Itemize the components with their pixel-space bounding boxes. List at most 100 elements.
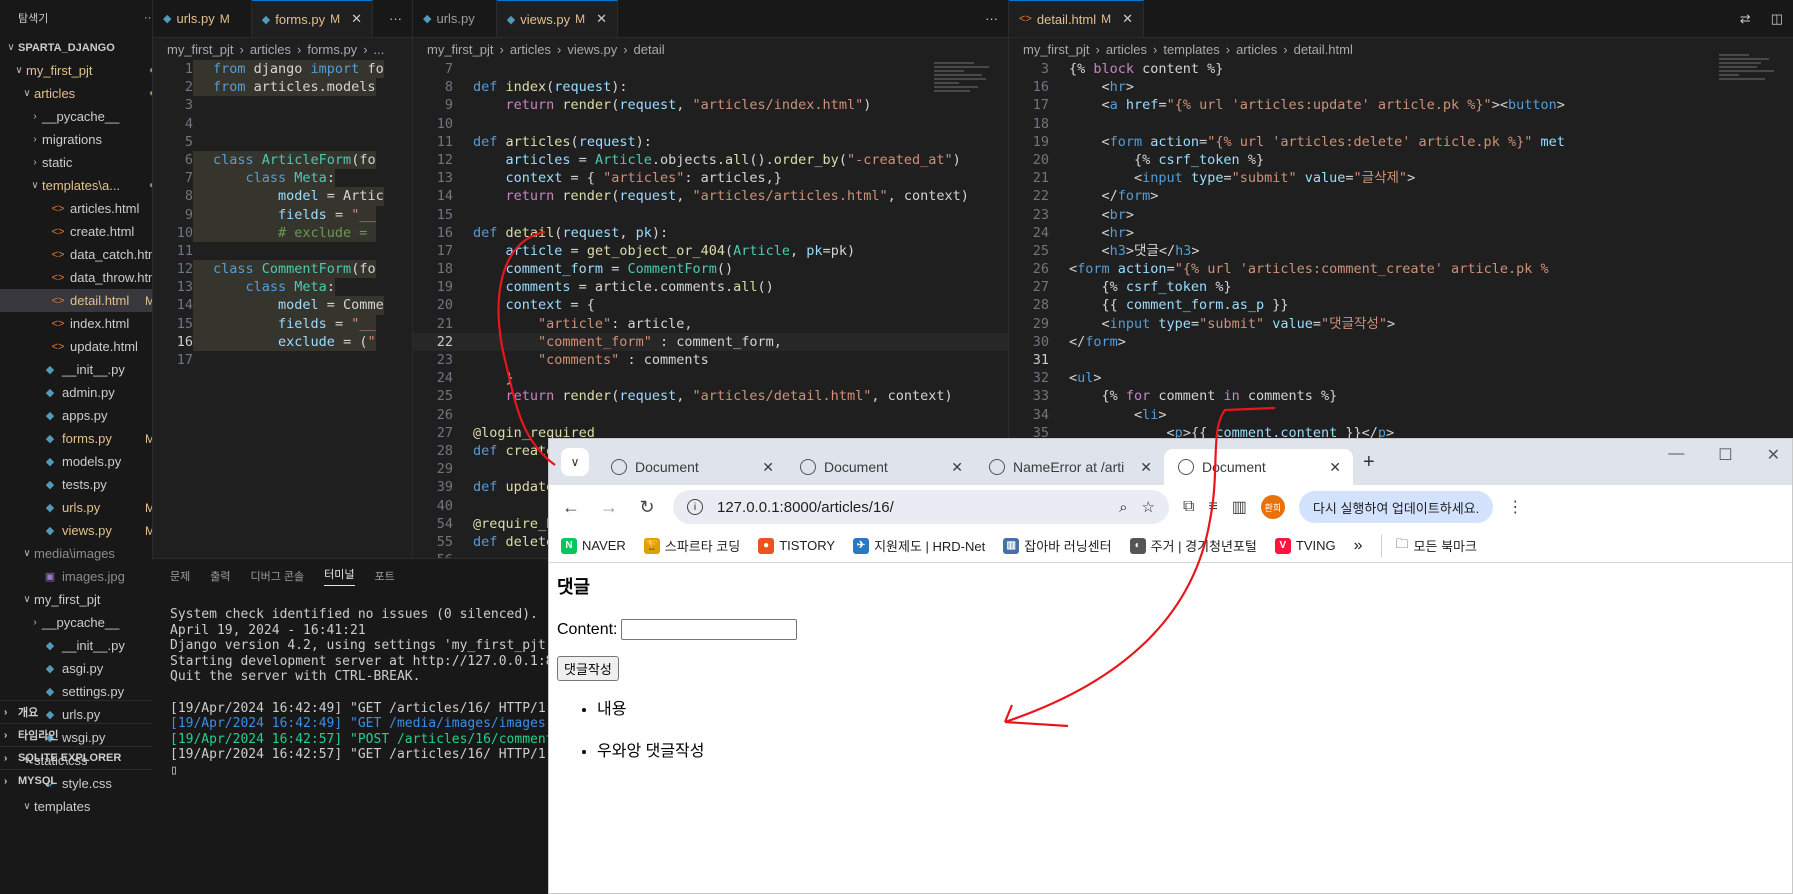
bookmark-item[interactable]: ● TISTORY xyxy=(758,537,835,554)
browser-tab[interactable]: Document ✕ xyxy=(786,449,975,485)
tree-item[interactable]: › __pycache__ xyxy=(0,105,173,128)
tree-item[interactable]: ∨ media\images xyxy=(0,542,173,565)
new-tab-button[interactable]: + xyxy=(1363,451,1375,474)
forward-icon[interactable]: → xyxy=(597,497,621,518)
minimize-icon[interactable]: — xyxy=(1668,445,1684,465)
breadcrumb-item[interactable]: detail xyxy=(634,42,665,57)
breadcrumb-item[interactable]: detail.html xyxy=(1294,42,1353,57)
breadcrumb-item[interactable]: articles xyxy=(510,42,551,57)
split-editor-icon[interactable]: ◫ xyxy=(1761,0,1793,37)
site-info-icon[interactable]: i xyxy=(687,499,703,515)
bookmark-item[interactable]: ✈ 지원제도 | HRD-Net xyxy=(853,536,985,555)
breadcrumb-item[interactable]: articles xyxy=(250,42,291,57)
side-panel-icon[interactable]: ▥ xyxy=(1232,497,1247,517)
tree-item[interactable]: ◆ tests.py xyxy=(0,473,173,496)
back-icon[interactable]: ← xyxy=(559,497,583,518)
minimap[interactable] xyxy=(934,60,994,150)
tree-item[interactable]: ◆ admin.py xyxy=(0,381,173,404)
tree-item[interactable]: ◆ __init__.py xyxy=(0,358,173,381)
bookmark-item[interactable]: N NAVER xyxy=(561,537,626,554)
submit-comment-button[interactable]: 댓글작성 xyxy=(557,656,619,681)
zoom-icon[interactable]: ⌕ xyxy=(1119,499,1127,516)
extensions-icon[interactable]: ⧉ xyxy=(1183,498,1194,516)
breadcrumb-item[interactable]: ... xyxy=(374,42,385,57)
close-tab-icon[interactable]: ✕ xyxy=(1140,459,1152,476)
sidebar-section[interactable]: › SQLITE EXPLORER xyxy=(0,746,173,769)
sidebar-section[interactable]: › 타임라인 xyxy=(0,723,173,746)
bookmark-item[interactable]: ◐ 주거 | 경기청년포털 xyxy=(1129,536,1257,555)
sidebar-section[interactable]: › MYSQL xyxy=(0,769,173,792)
bookmark-item[interactable]: ▥ 잡아바 러닝센터 xyxy=(1003,536,1112,555)
sidebar-section[interactable]: › 개요 xyxy=(0,700,173,723)
address-bar[interactable]: i 127.0.0.1:8000/articles/16/ ⌕ ☆ xyxy=(673,490,1169,524)
update-button[interactable]: 다시 실행하여 업데이트하세요. xyxy=(1298,491,1494,523)
editor-tab[interactable]: ◆ forms.py M ✕ xyxy=(251,0,373,37)
tree-item[interactable]: <> data_catch.html xyxy=(0,243,173,266)
terminal-output[interactable]: System check identified no issues (0 sil… xyxy=(152,593,552,779)
breadcrumb-item[interactable]: articles xyxy=(1106,42,1147,57)
bookmark-item[interactable]: V TVING xyxy=(1274,537,1336,554)
breadcrumb-item[interactable]: templates xyxy=(1163,42,1219,57)
content-input[interactable] xyxy=(621,619,798,640)
close-tab-icon[interactable]: ✕ xyxy=(351,11,362,27)
code-area[interactable]: 3 {% block content %} 16 <hr> 17 <a href="{… xyxy=(1009,60,1793,440)
media-control-icon[interactable]: ≡ xyxy=(1208,498,1217,516)
breadcrumb-item[interactable]: views.py xyxy=(567,42,617,57)
tree-item[interactable]: ◆ models.py xyxy=(0,450,173,473)
bookmarks-overflow-icon[interactable]: » xyxy=(1354,537,1363,555)
minimap[interactable] xyxy=(1719,52,1779,142)
tree-item[interactable]: › static xyxy=(0,151,173,174)
maximize-icon[interactable]: ☐ xyxy=(1718,445,1732,465)
panel-tab[interactable]: 출력 xyxy=(210,568,230,584)
breadcrumb-item[interactable]: forms.py xyxy=(307,42,357,57)
tree-item[interactable]: ∨templates\a...● xyxy=(0,174,173,197)
tree-item[interactable]: <> update.html xyxy=(0,335,173,358)
tree-item[interactable]: ∨articles● xyxy=(0,82,173,105)
editor-more-icon[interactable]: ··· xyxy=(975,0,1008,37)
breadcrumb-item[interactable]: my_first_pjt xyxy=(167,42,233,57)
browser-tab[interactable]: Document ✕ xyxy=(1164,449,1353,485)
bookmark-star-icon[interactable]: ☆ xyxy=(1142,498,1155,516)
panel-tab[interactable]: 문제 xyxy=(170,568,190,584)
panel-tab[interactable]: 포트 xyxy=(375,568,395,584)
tree-item[interactable]: ◆ forms.py M xyxy=(0,427,173,450)
panel-tab[interactable]: 디버그 콘솔 xyxy=(251,568,305,584)
tree-item[interactable]: <> index.html xyxy=(0,312,173,335)
tree-item[interactable]: › migrations xyxy=(0,128,173,151)
all-bookmarks-button[interactable]: 🗀 모든 북마크 xyxy=(1380,534,1477,557)
breadcrumb-item[interactable]: my_first_pjt xyxy=(427,42,493,57)
tree-item[interactable]: ∨ SPARTA_DJANGO xyxy=(0,36,173,59)
compare-icon[interactable]: ⇄ xyxy=(1730,0,1761,37)
close-tab-icon[interactable]: ✕ xyxy=(596,11,607,27)
editor-more-icon[interactable]: ··· xyxy=(379,0,412,37)
panel-tab[interactable]: 터미널 xyxy=(324,566,355,586)
tree-item[interactable]: ∨ templates xyxy=(0,795,173,818)
bookmark-item[interactable]: 🏆 스파르타 코딩 xyxy=(643,536,740,555)
browser-tab[interactable]: NameError at /arti ✕ xyxy=(975,449,1164,485)
close-window-icon[interactable]: ✕ xyxy=(1767,445,1780,465)
close-tab-icon[interactable]: ✕ xyxy=(1122,11,1133,27)
close-tab-icon[interactable]: ✕ xyxy=(1329,459,1341,476)
browser-tab[interactable]: Document ✕ xyxy=(597,449,786,485)
editor-tab[interactable]: ◆ views.py M ✕ xyxy=(496,0,618,37)
close-tab-icon[interactable]: ✕ xyxy=(951,459,963,476)
tree-item[interactable]: ◆ apps.py xyxy=(0,404,173,427)
profile-avatar[interactable]: 환희 xyxy=(1260,495,1285,519)
tree-item[interactable]: ▣ images.jpg xyxy=(0,565,173,588)
tree-item[interactable]: <> create.html xyxy=(0,220,173,243)
browser-menu-icon[interactable]: ⋮ xyxy=(1507,497,1523,517)
tree-item[interactable]: › __pycache__ xyxy=(0,611,173,634)
tree-item[interactable]: <> data_throw.html xyxy=(0,266,173,289)
reload-icon[interactable]: ↻ xyxy=(635,497,659,518)
breadcrumb-item[interactable]: my_first_pjt xyxy=(1023,42,1089,57)
tree-item[interactable]: ∨ my_first_pjt xyxy=(0,588,173,611)
tree-item[interactable]: <> articles.html xyxy=(0,197,173,220)
breadcrumb-item[interactable]: articles xyxy=(1236,42,1277,57)
tree-item[interactable]: ◆ urls.py M xyxy=(0,496,173,519)
tree-item[interactable]: ◆ asgi.py xyxy=(0,657,173,680)
close-tab-icon[interactable]: ✕ xyxy=(762,459,774,476)
code-area[interactable]: 1 from django import fo 2 from articles.mod… xyxy=(153,60,412,369)
tree-item[interactable]: ∨my_first_pjt● xyxy=(0,59,173,82)
tree-item[interactable]: <> detail.html M xyxy=(0,289,173,312)
tree-item[interactable]: ◆ views.py M xyxy=(0,519,173,542)
